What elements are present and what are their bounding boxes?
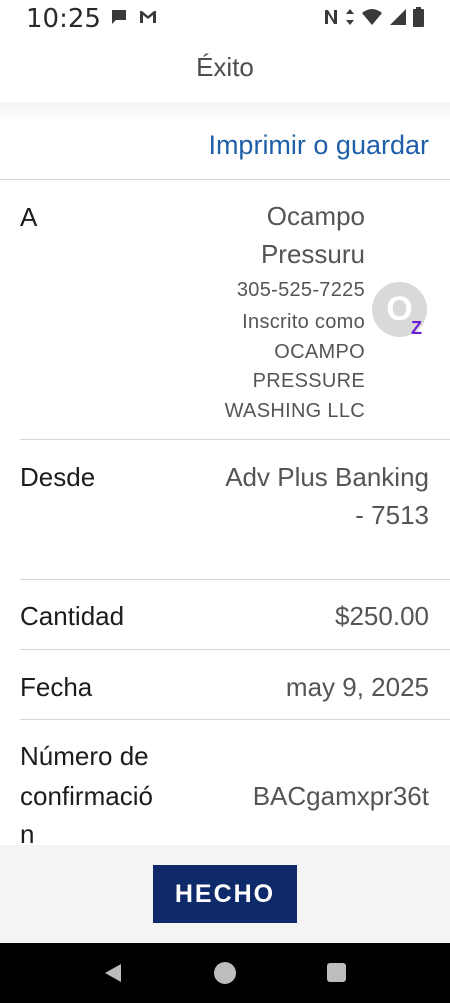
status-time: 10:25 [26, 4, 101, 34]
enrolled-name-line3: WASHING LLC [224, 400, 365, 422]
status-bar: 10:25 [0, 0, 450, 38]
recipient-label: A [20, 202, 38, 232]
amount-label: Cantidad [20, 601, 125, 631]
page-title: Éxito [196, 52, 254, 82]
from-label: Desde [20, 462, 96, 492]
from-account-line2: - 7513 [355, 500, 429, 530]
home-icon[interactable] [214, 962, 236, 984]
enrolled-name-line1: OCAMPO [274, 341, 365, 363]
date-value: may 9, 2025 [285, 672, 429, 702]
signal-icon [389, 8, 407, 31]
date-label: Fecha [20, 672, 93, 702]
recipient-name-line1: Ocampo [266, 201, 365, 231]
divider [20, 719, 450, 720]
divider [20, 649, 450, 650]
header-shadow [0, 102, 450, 124]
confirmation-label-line1: Número de [20, 741, 149, 771]
zelle-icon: Z [411, 318, 422, 338]
battery-icon [413, 7, 424, 32]
divider [20, 579, 450, 580]
divider [20, 439, 450, 440]
gmail-icon [138, 9, 158, 30]
app-header: Éxito [0, 38, 450, 102]
back-icon[interactable] [103, 963, 123, 988]
amount-value: $250.00 [335, 601, 429, 631]
from-account-line1: Adv Plus Banking [225, 462, 429, 492]
confirmation-number: BACgamxpr36t [252, 781, 429, 811]
data-arrows-icon [345, 8, 355, 31]
recipient-phone: 305-525-7225 [236, 279, 365, 301]
recipient-name-line2: Pressuru [260, 239, 365, 269]
wifi-icon [361, 8, 383, 31]
chat-bubble-icon [110, 8, 128, 31]
enrolled-as-label: Inscrito como [242, 311, 365, 333]
enrolled-name-line2: PRESSURE [252, 370, 365, 392]
print-or-save-link[interactable]: Imprimir o guardar [208, 130, 429, 161]
divider [0, 179, 450, 180]
confirmation-label-line2: confirmació [20, 781, 153, 811]
nfc-icon [323, 8, 339, 31]
recents-icon[interactable] [327, 963, 346, 982]
done-button[interactable]: HECHO [153, 865, 297, 923]
